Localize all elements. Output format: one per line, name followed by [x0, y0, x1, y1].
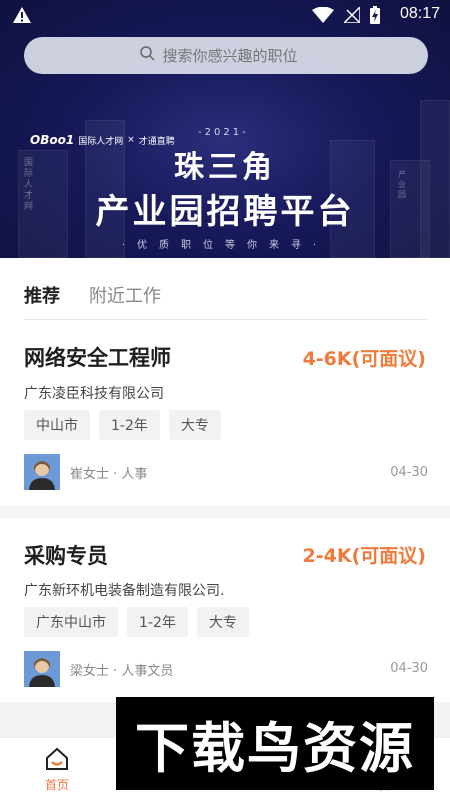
company-name: 广东凌臣科技有限公司: [24, 386, 164, 402]
job-tags: 广东中山市 1-2年 大专: [24, 607, 249, 637]
home-icon: [44, 746, 70, 772]
job-card[interactable]: 网络安全工程师 4-6K(可面议) 广东凌臣科技有限公司 中山市 1-2年 大专…: [0, 322, 450, 506]
nav-home[interactable]: 首页: [12, 746, 102, 793]
status-icons: [312, 5, 380, 28]
status-time: 08:17: [399, 5, 440, 22]
search-input[interactable]: [162, 46, 313, 65]
recruiter-name: 崔女士 · 人事: [70, 466, 148, 482]
post-date: 04-30: [390, 661, 428, 676]
tag-education: 大专: [196, 607, 249, 637]
tab-divider: [24, 319, 428, 320]
recruiter-name: 梁女士 · 人事文员: [70, 663, 174, 679]
tab-recommend[interactable]: 推荐: [24, 282, 60, 308]
watermark-overlay: 下载鸟资源: [116, 697, 434, 790]
job-title: 采购专员: [24, 544, 108, 568]
avatar: [24, 454, 60, 490]
banner-slogan: ·优质职位等你来寻·: [121, 240, 329, 251]
tab-nearby-jobs[interactable]: 附近工作: [89, 282, 161, 308]
job-tags: 中山市 1-2年 大专: [24, 410, 221, 440]
job-card[interactable]: 采购专员 2-4K(可面议) 广东新环机电装备制造有限公司. 广东中山市 1-2…: [0, 518, 450, 702]
avatar: [24, 651, 60, 687]
search-icon: [139, 46, 155, 65]
tag-location: 广东中山市: [24, 607, 118, 637]
banner-title-line2: 产业园招聘平台: [95, 192, 355, 232]
job-title: 网络安全工程师: [24, 346, 171, 370]
recruiter-info: 崔女士 · 人事: [24, 454, 147, 490]
banner-year: -2021-: [198, 127, 249, 138]
post-date: 04-30: [390, 465, 428, 480]
no-signal-icon: [342, 5, 361, 27]
tag-location: 中山市: [24, 410, 90, 440]
tag-education: 大专: [168, 410, 221, 440]
recruiter-info: 梁女士 · 人事文员: [24, 651, 173, 687]
search-bar[interactable]: [24, 37, 428, 74]
job-salary: 4-6K(可面议): [302, 348, 426, 370]
battery-charging-icon: [370, 6, 380, 28]
job-tabs: 推荐 附近工作: [0, 258, 450, 322]
banner-title-line1: 珠三角: [174, 150, 276, 185]
nav-home-label: 首页: [44, 778, 69, 792]
tag-experience: 1-2年: [99, 410, 160, 440]
warning-icon: [12, 6, 32, 28]
status-bar: 08:17: [0, 0, 450, 30]
job-salary: 2-4K(可面议): [302, 545, 426, 567]
tag-experience: 1-2年: [127, 607, 188, 637]
wifi-icon: [312, 6, 334, 27]
company-name: 广东新环机电装备制造有限公司.: [24, 583, 225, 599]
